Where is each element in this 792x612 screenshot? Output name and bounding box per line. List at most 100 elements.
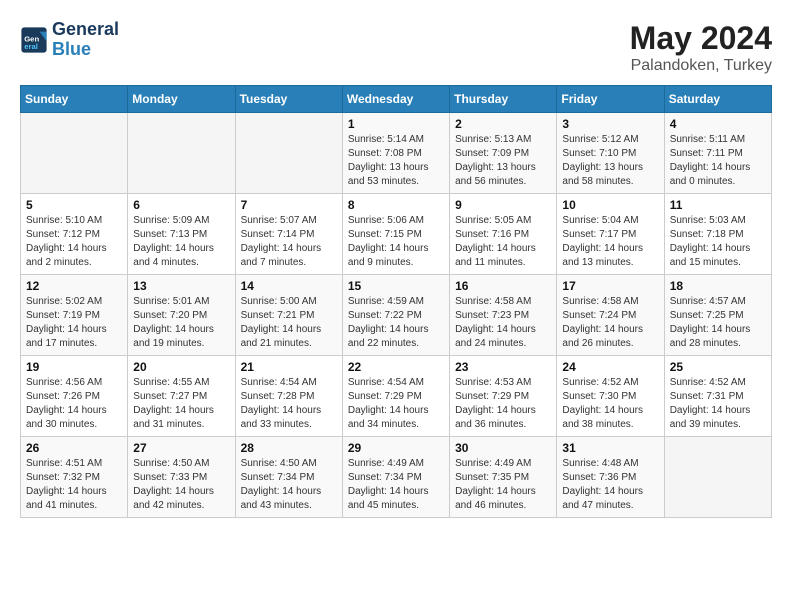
day-info: Sunrise: 4:51 AMSunset: 7:32 PMDaylight:… [26,457,122,513]
day-number: 10 [562,198,658,212]
header-monday: Monday [128,86,235,113]
calendar-cell: 20Sunrise: 4:55 AMSunset: 7:27 PMDayligh… [128,356,235,437]
day-info: Sunrise: 5:09 AMSunset: 7:13 PMDaylight:… [133,214,229,270]
day-info: Sunrise: 5:07 AMSunset: 7:14 PMDaylight:… [241,214,337,270]
calendar-cell: 21 Sunrise: 4:54 AMSunset: 7:28 PMDayligh… [235,356,342,437]
day-info: Sunrise: 5:12 AMSunset: 7:10 PMDaylight:… [562,133,658,189]
calendar-cell: 1 Sunrise: 5:14 AMSunset: 7:08 PMDaylight… [342,113,449,194]
calendar-cell: 18 Sunrise: 4:57 AMSunset: 7:25 PMDayligh… [664,275,771,356]
day-info: Sunrise: 4:59 AMSunset: 7:22 PMDaylight:… [348,295,444,351]
calendar-cell: 24Sunrise: 4:52 AMSunset: 7:30 PMDayligh… [557,356,664,437]
calendar-cell: 22 Sunrise: 4:54 AMSunset: 7:29 PMDayligh… [342,356,449,437]
calendar-cell: 16 Sunrise: 4:58 AMSunset: 7:23 PMDayligh… [450,275,557,356]
day-info: Sunrise: 4:55 AMSunset: 7:27 PMDaylight:… [133,376,229,432]
day-number: 7 [241,198,337,212]
calendar-cell: 23Sunrise: 4:53 AMSunset: 7:29 PMDayligh… [450,356,557,437]
day-number: 5 [26,198,122,212]
day-info: Sunrise: 5:03 AMSunset: 7:18 PMDaylight:… [670,214,766,270]
calendar-cell: 8Sunrise: 5:06 AMSunset: 7:15 PMDaylight… [342,194,449,275]
day-info: Sunrise: 5:01 AMSunset: 7:20 PMDaylight:… [133,295,229,351]
day-number: 30 [455,441,551,455]
calendar-cell: 30 Sunrise: 4:49 AMSunset: 7:35 PMDayligh… [450,437,557,518]
calendar-table: SundayMondayTuesdayWednesdayThursdayFrid… [20,85,772,518]
calendar-week-4: 19 Sunrise: 4:56 AMSunset: 7:26 PMDayligh… [21,356,772,437]
day-info: Sunrise: 4:49 AMSunset: 7:35 PMDaylight:… [455,457,551,513]
calendar-cell: 5Sunrise: 5:10 AMSunset: 7:12 PMDaylight… [21,194,128,275]
day-number: 21 [241,360,337,374]
day-number: 18 [670,279,766,293]
calendar-cell: 26 Sunrise: 4:51 AMSunset: 7:32 PMDayligh… [21,437,128,518]
day-info: Sunrise: 4:57 AMSunset: 7:25 PMDaylight:… [670,295,766,351]
calendar-week-5: 26 Sunrise: 4:51 AMSunset: 7:32 PMDayligh… [21,437,772,518]
day-number: 8 [348,198,444,212]
day-number: 16 [455,279,551,293]
calendar-cell: 15 Sunrise: 4:59 AMSunset: 7:22 PMDayligh… [342,275,449,356]
day-info: Sunrise: 4:52 AMSunset: 7:30 PMDaylight:… [562,376,658,432]
calendar-cell: 3 Sunrise: 5:12 AMSunset: 7:10 PMDaylight… [557,113,664,194]
calendar-cell: 25 Sunrise: 4:52 AMSunset: 7:31 PMDayligh… [664,356,771,437]
calendar-cell [128,113,235,194]
day-number: 3 [562,117,658,131]
page-header: Gen eral GeneralBlue May 2024 Palandoken… [20,20,772,75]
day-info: Sunrise: 5:05 AMSunset: 7:16 PMDaylight:… [455,214,551,270]
day-number: 31 [562,441,658,455]
calendar-cell: 28Sunrise: 4:50 AMSunset: 7:34 PMDayligh… [235,437,342,518]
header-friday: Friday [557,86,664,113]
day-info: Sunrise: 4:58 AMSunset: 7:23 PMDaylight:… [455,295,551,351]
day-info: Sunrise: 4:54 AMSunset: 7:28 PMDaylight:… [241,376,337,432]
day-info: Sunrise: 4:52 AMSunset: 7:31 PMDaylight:… [670,376,766,432]
calendar-cell: 29 Sunrise: 4:49 AMSunset: 7:34 PMDayligh… [342,437,449,518]
day-number: 17 [562,279,658,293]
day-info: Sunrise: 5:14 AMSunset: 7:08 PMDaylight:… [348,133,444,189]
calendar-week-2: 5Sunrise: 5:10 AMSunset: 7:12 PMDaylight… [21,194,772,275]
day-number: 12 [26,279,122,293]
day-number: 9 [455,198,551,212]
header-tuesday: Tuesday [235,86,342,113]
day-number: 26 [26,441,122,455]
day-number: 6 [133,198,229,212]
header-row: SundayMondayTuesdayWednesdayThursdayFrid… [21,86,772,113]
calendar-cell: 19 Sunrise: 4:56 AMSunset: 7:26 PMDayligh… [21,356,128,437]
calendar-cell: 17 Sunrise: 4:58 AMSunset: 7:24 PMDayligh… [557,275,664,356]
calendar-cell: 4Sunrise: 5:11 AMSunset: 7:11 PMDaylight… [664,113,771,194]
header-saturday: Saturday [664,86,771,113]
calendar-week-3: 12 Sunrise: 5:02 AMSunset: 7:19 PMDayligh… [21,275,772,356]
day-info: Sunrise: 5:00 AMSunset: 7:21 PMDaylight:… [241,295,337,351]
header-wednesday: Wednesday [342,86,449,113]
day-number: 4 [670,117,766,131]
header-thursday: Thursday [450,86,557,113]
calendar-cell: 12 Sunrise: 5:02 AMSunset: 7:19 PMDayligh… [21,275,128,356]
svg-text:eral: eral [24,42,38,51]
day-number: 22 [348,360,444,374]
calendar-cell: 6 Sunrise: 5:09 AMSunset: 7:13 PMDaylight… [128,194,235,275]
logo-text: GeneralBlue [52,20,119,60]
day-info: Sunrise: 5:02 AMSunset: 7:19 PMDaylight:… [26,295,122,351]
day-number: 28 [241,441,337,455]
calendar-cell: 14 Sunrise: 5:00 AMSunset: 7:21 PMDayligh… [235,275,342,356]
day-number: 13 [133,279,229,293]
month-year: May 2024 [630,20,772,57]
calendar-cell: 31 Sunrise: 4:48 AMSunset: 7:36 PMDayligh… [557,437,664,518]
day-number: 14 [241,279,337,293]
calendar-cell: 27Sunrise: 4:50 AMSunset: 7:33 PMDayligh… [128,437,235,518]
day-info: Sunrise: 4:56 AMSunset: 7:26 PMDaylight:… [26,376,122,432]
calendar-cell [21,113,128,194]
day-info: Sunrise: 4:54 AMSunset: 7:29 PMDaylight:… [348,376,444,432]
day-info: Sunrise: 4:48 AMSunset: 7:36 PMDaylight:… [562,457,658,513]
day-info: Sunrise: 4:58 AMSunset: 7:24 PMDaylight:… [562,295,658,351]
day-number: 27 [133,441,229,455]
calendar-cell: 13 Sunrise: 5:01 AMSunset: 7:20 PMDayligh… [128,275,235,356]
calendar-cell: 2Sunrise: 5:13 AMSunset: 7:09 PMDaylight… [450,113,557,194]
day-number: 15 [348,279,444,293]
day-number: 11 [670,198,766,212]
day-number: 29 [348,441,444,455]
header-sunday: Sunday [21,86,128,113]
day-number: 1 [348,117,444,131]
day-info: Sunrise: 5:04 AMSunset: 7:17 PMDaylight:… [562,214,658,270]
day-number: 19 [26,360,122,374]
day-number: 25 [670,360,766,374]
calendar-cell: 10 Sunrise: 5:04 AMSunset: 7:17 PMDayligh… [557,194,664,275]
logo-icon: Gen eral [20,26,48,54]
title-block: May 2024 Palandoken, Turkey [630,20,772,75]
day-info: Sunrise: 4:49 AMSunset: 7:34 PMDaylight:… [348,457,444,513]
